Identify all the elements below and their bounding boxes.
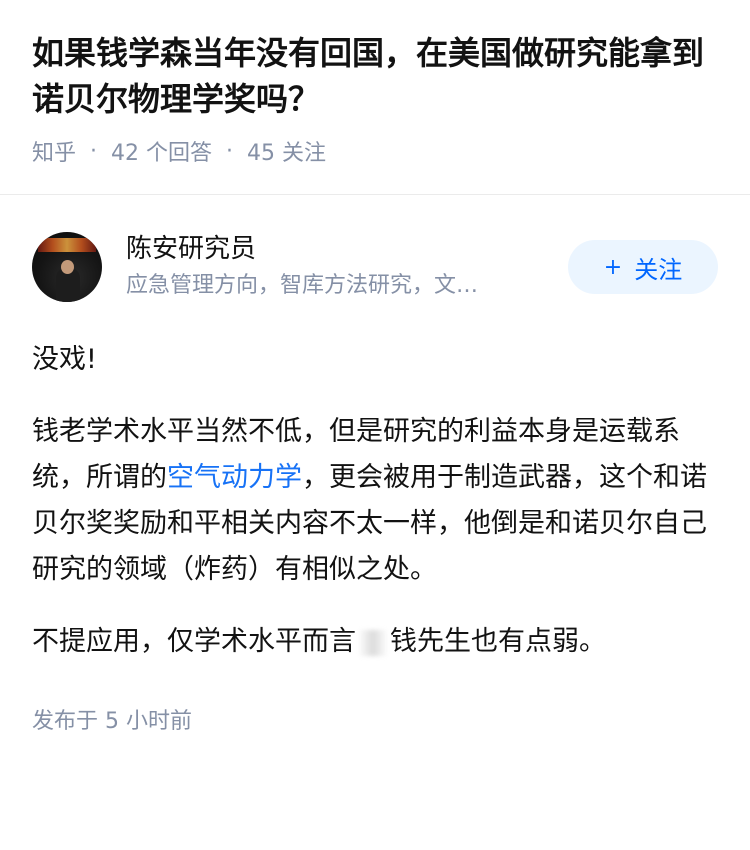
answer-paragraph: 没戏! xyxy=(32,344,97,375)
paragraph-text: 钱先生也有点弱。 xyxy=(390,626,606,657)
avatar[interactable] xyxy=(32,232,102,302)
question-header: 如果钱学森当年没有回国，在美国做研究能拿到诺贝尔物理学奖吗？ 知乎 · 42 个… xyxy=(0,0,750,166)
avatar-head xyxy=(61,260,74,274)
followers-count[interactable]: 45 关注 xyxy=(247,135,326,167)
answer-card: 陈安研究员 应急管理方向，智库方法研究，文… + 关注 没戏! 钱老学术水平当然… xyxy=(0,195,750,735)
question-title[interactable]: 如果钱学森当年没有回国，在美国做研究能拿到诺贝尔物理学奖吗？ xyxy=(32,30,718,122)
question-meta: 知乎 · 42 个回答 · 45 关注 xyxy=(32,135,718,167)
blurred-text xyxy=(358,629,388,656)
paragraph-text: 不提应用，仅学术水平而言 xyxy=(32,626,356,657)
meta-separator: · xyxy=(226,138,234,164)
author-bio: 应急管理方向，智库方法研究，文… xyxy=(126,273,479,298)
meta-separator: · xyxy=(90,138,98,164)
answer-paragraph: 钱老学术水平当然不低，但是研究的利益本身是运载系统，所谓的空气动力学，更会被用于… xyxy=(32,409,718,593)
follow-label: 关注 xyxy=(634,255,683,284)
answer-content: 没戏! 钱老学术水平当然不低，但是研究的利益本身是运载系统，所谓的空气动力学，更… xyxy=(32,337,718,665)
author-info: 陈安研究员 应急管理方向，智库方法研究，文… xyxy=(126,232,554,302)
topic-link-aerodynamics[interactable]: 空气动力学 xyxy=(167,462,302,493)
follow-button[interactable]: + 关注 xyxy=(568,240,718,294)
author-row: 陈安研究员 应急管理方向，智库方法研究，文… + 关注 xyxy=(32,231,718,303)
avatar-banner xyxy=(38,238,96,252)
plus-icon: + xyxy=(603,254,623,280)
author-name[interactable]: 陈安研究员 xyxy=(126,232,554,266)
answer-paragraph: 不提应用，仅学术水平而言 钱先生也有点弱。 xyxy=(32,619,718,665)
answers-count[interactable]: 42 个回答 xyxy=(111,135,212,167)
publish-time: 发布于 5 小时前 xyxy=(32,709,192,734)
source-label[interactable]: 知乎 xyxy=(32,135,76,167)
